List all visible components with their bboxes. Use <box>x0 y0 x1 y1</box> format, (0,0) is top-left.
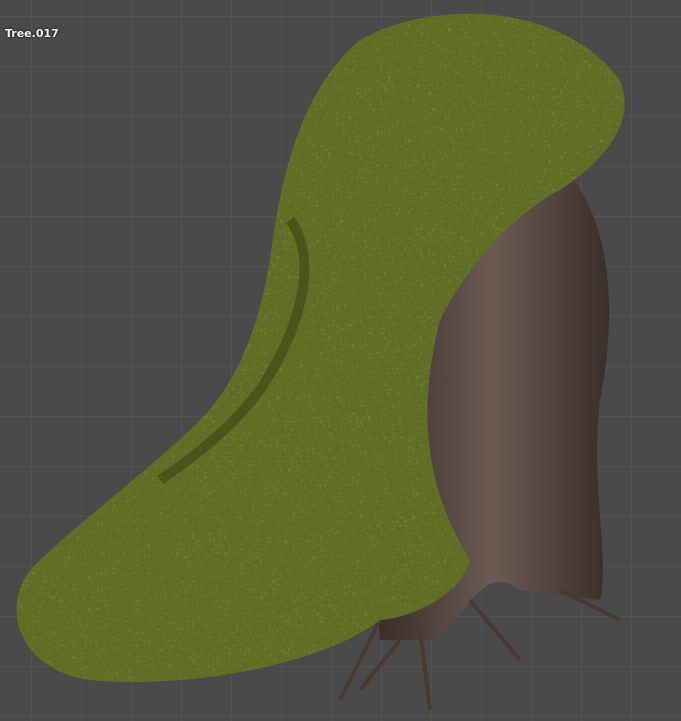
tree-model[interactable] <box>0 0 681 721</box>
